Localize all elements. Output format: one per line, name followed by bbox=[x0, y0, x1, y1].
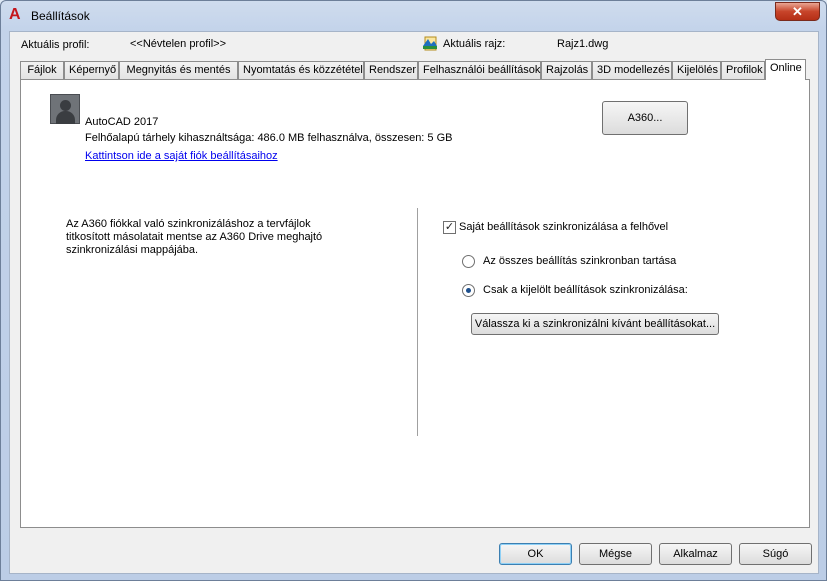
checkmark-icon: ✓ bbox=[444, 221, 455, 233]
tab-plot-publish[interactable]: Nyomtatás és közzététel bbox=[238, 61, 364, 79]
tab-selection[interactable]: Kijelölés bbox=[672, 61, 721, 79]
tab-profiles[interactable]: Profilok bbox=[721, 61, 765, 79]
current-drawing-label: Aktuális rajz: bbox=[443, 38, 506, 50]
ok-button-label: OK bbox=[527, 548, 544, 560]
a360-button-label: A360... bbox=[627, 112, 663, 124]
cancel-button-label: Mégse bbox=[598, 548, 633, 560]
tab-label: Kijelölés bbox=[677, 64, 718, 76]
tab-open-save[interactable]: Megnyitás és mentés bbox=[119, 61, 238, 79]
sync-settings-label: Saját beállítások szinkronizálása a felh… bbox=[459, 221, 669, 233]
storage-usage-text: Felhőalapú tárhely kihasználtsága: 486.0… bbox=[85, 132, 453, 144]
title-bar[interactable]: A Beállítások ✕ bbox=[1, 1, 826, 31]
radio-sync-all-label: Az összes beállítás szinkronban tartása bbox=[483, 255, 677, 267]
apply-button[interactable]: Alkalmaz bbox=[659, 543, 732, 565]
tab-label: Profilok bbox=[726, 64, 763, 76]
tab-files[interactable]: Fájlok bbox=[20, 61, 64, 79]
tab-label: Fájlok bbox=[27, 64, 57, 76]
tab-system[interactable]: Rendszer bbox=[364, 61, 418, 79]
a360-description: Az A360 fiókkal való szinkronizáláshoz a… bbox=[66, 218, 323, 256]
tab-label: Rendszer bbox=[369, 64, 417, 76]
tab-label: Nyomtatás és közzététel bbox=[243, 64, 363, 76]
options-dialog: A Beállítások ✕ Aktuális profil: <<Névte… bbox=[0, 0, 827, 581]
tab-display[interactable]: Képernyő bbox=[64, 61, 119, 79]
choose-settings-button[interactable]: Válassza ki a szinkronizálni kívánt beál… bbox=[471, 313, 719, 335]
vertical-divider bbox=[417, 208, 418, 436]
tab-strip: Fájlok Képernyő Megnyitás és mentés Nyom… bbox=[20, 59, 806, 80]
profile-row: Aktuális profil: <<Névtelen profil>> Akt… bbox=[10, 32, 818, 58]
sync-settings-checkbox[interactable]: ✓ bbox=[443, 221, 456, 234]
tab-drafting[interactable]: Rajzolás bbox=[541, 61, 592, 79]
tab-user-preferences[interactable]: Felhasználói beállítások bbox=[418, 61, 541, 79]
tab-label: Képernyő bbox=[69, 64, 117, 76]
radio-selected-dot bbox=[466, 288, 471, 293]
window-title: Beállítások bbox=[31, 9, 90, 23]
current-profile-label: Aktuális profil: bbox=[21, 39, 90, 51]
tab-online[interactable]: Online bbox=[765, 59, 806, 80]
help-button[interactable]: Súgó bbox=[739, 543, 812, 565]
tab-label: Online bbox=[770, 62, 802, 74]
tab-label: Megnyitás és mentés bbox=[126, 64, 231, 76]
cancel-button[interactable]: Mégse bbox=[579, 543, 652, 565]
account-settings-link[interactable]: Kattintson ide a saját fiók beállításaih… bbox=[85, 150, 278, 162]
tab-label: 3D modellezés bbox=[597, 64, 670, 76]
online-tab-panel: AutoCAD 2017 Felhőalapú tárhely kihaszná… bbox=[20, 79, 810, 528]
radio-sync-selected[interactable] bbox=[462, 284, 475, 297]
tab-label: Felhasználói beállítások bbox=[423, 64, 541, 76]
current-profile-value: <<Névtelen profil>> bbox=[130, 38, 227, 50]
radio-sync-selected-label: Csak a kijelölt beállítások szinkronizál… bbox=[483, 284, 688, 296]
help-button-label: Súgó bbox=[762, 548, 789, 560]
user-avatar-icon bbox=[50, 94, 80, 124]
drawing-file-icon bbox=[422, 35, 438, 51]
radio-sync-all[interactable] bbox=[462, 255, 475, 268]
apply-button-label: Alkalmaz bbox=[673, 548, 718, 560]
tab-3d-modeling[interactable]: 3D modellezés bbox=[592, 61, 672, 79]
close-button[interactable]: ✕ bbox=[775, 2, 820, 21]
product-name: AutoCAD 2017 bbox=[85, 116, 159, 128]
autocad-a-icon: A bbox=[9, 6, 21, 23]
a360-button[interactable]: A360... bbox=[602, 101, 688, 135]
choose-settings-button-label: Válassza ki a szinkronizálni kívánt beál… bbox=[474, 318, 716, 330]
tab-label: Rajzolás bbox=[546, 64, 589, 76]
dialog-client: Aktuális profil: <<Névtelen profil>> Akt… bbox=[9, 31, 819, 574]
ok-button[interactable]: OK bbox=[499, 543, 572, 565]
close-icon: ✕ bbox=[792, 4, 803, 19]
current-drawing-value: Rajz1.dwg bbox=[557, 38, 609, 50]
